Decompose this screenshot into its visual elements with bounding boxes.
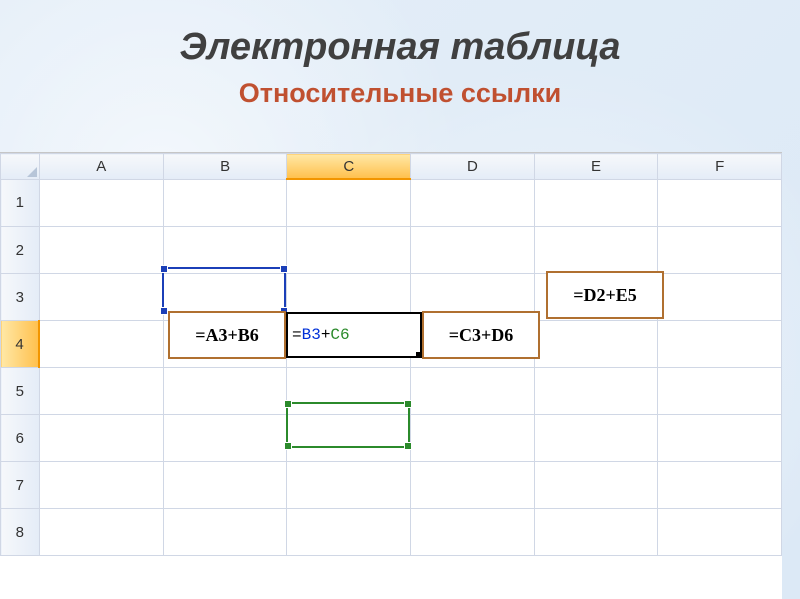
formula-eq: = [292, 326, 302, 344]
col-header-a[interactable]: A [39, 154, 163, 180]
cell[interactable] [39, 179, 163, 227]
cell[interactable] [287, 179, 411, 227]
slide: Электронная таблица Относительные ссылки… [0, 0, 800, 599]
callout-d4: =C3+D6 [422, 311, 540, 359]
spreadsheet-area: A B C D E F 1 2 3 4 5 6 7 8 [0, 152, 782, 599]
slide-subtitle: Относительные ссылки [0, 78, 800, 109]
select-all-corner[interactable] [1, 154, 40, 180]
col-header-f[interactable]: F [658, 154, 782, 180]
cell[interactable] [163, 509, 287, 556]
col-header-b[interactable]: B [163, 154, 287, 180]
formula-ref-b3: B3 [302, 326, 321, 344]
cell[interactable] [39, 415, 163, 462]
range-highlight-c6 [286, 402, 410, 448]
cell[interactable] [534, 179, 658, 227]
cell[interactable] [39, 368, 163, 415]
callout-b4-text: =A3+B6 [191, 324, 263, 347]
row-header-5[interactable]: 5 [1, 368, 40, 415]
range-highlight-b3 [162, 267, 286, 313]
row-header-6[interactable]: 6 [1, 415, 40, 462]
cell[interactable] [534, 415, 658, 462]
cell[interactable] [39, 227, 163, 274]
cell[interactable] [658, 179, 782, 227]
callout-b4: =A3+B6 [168, 311, 286, 359]
formula-content: =B3+C6 [292, 326, 350, 344]
col-header-c[interactable]: C [287, 154, 411, 180]
cell[interactable] [658, 415, 782, 462]
callout-e3: =D2+E5 [546, 271, 664, 319]
cell[interactable] [658, 227, 782, 274]
cell[interactable] [658, 274, 782, 321]
cell[interactable] [287, 227, 411, 274]
cell[interactable] [39, 274, 163, 321]
cell[interactable] [163, 368, 287, 415]
cell[interactable] [411, 509, 535, 556]
cell[interactable] [411, 227, 535, 274]
row-header-3[interactable]: 3 [1, 274, 40, 321]
cell[interactable] [534, 227, 658, 274]
cell[interactable] [163, 462, 287, 509]
cell[interactable] [287, 509, 411, 556]
row-header-7[interactable]: 7 [1, 462, 40, 509]
cell[interactable] [39, 509, 163, 556]
callout-d4-text: =C3+D6 [445, 324, 518, 347]
cell[interactable] [411, 462, 535, 509]
cell[interactable] [411, 368, 535, 415]
cell[interactable] [39, 321, 163, 368]
cell[interactable] [658, 462, 782, 509]
col-header-d[interactable]: D [411, 154, 535, 180]
cell[interactable] [534, 368, 658, 415]
cell[interactable] [39, 462, 163, 509]
cell[interactable] [534, 462, 658, 509]
callout-e3-text: =D2+E5 [569, 284, 641, 307]
row-header-4[interactable]: 4 [1, 321, 40, 368]
row-header-2[interactable]: 2 [1, 227, 40, 274]
cell[interactable] [411, 415, 535, 462]
cell[interactable] [658, 321, 782, 368]
row-header-8[interactable]: 8 [1, 509, 40, 556]
cell[interactable] [658, 368, 782, 415]
formula-ref-c6: C6 [330, 326, 349, 344]
cell[interactable] [658, 509, 782, 556]
row-header-1[interactable]: 1 [1, 179, 40, 227]
formula-plus: + [321, 326, 331, 344]
cell[interactable] [534, 321, 658, 368]
col-header-e[interactable]: E [534, 154, 658, 180]
cell[interactable] [411, 179, 535, 227]
cell[interactable] [287, 462, 411, 509]
cell[interactable] [163, 415, 287, 462]
column-header-row: A B C D E F [1, 154, 782, 180]
cell[interactable] [163, 179, 287, 227]
cell[interactable] [534, 509, 658, 556]
editing-cell-c4[interactable]: =B3+C6 [286, 312, 422, 358]
slide-title: Электронная таблица [0, 26, 800, 69]
